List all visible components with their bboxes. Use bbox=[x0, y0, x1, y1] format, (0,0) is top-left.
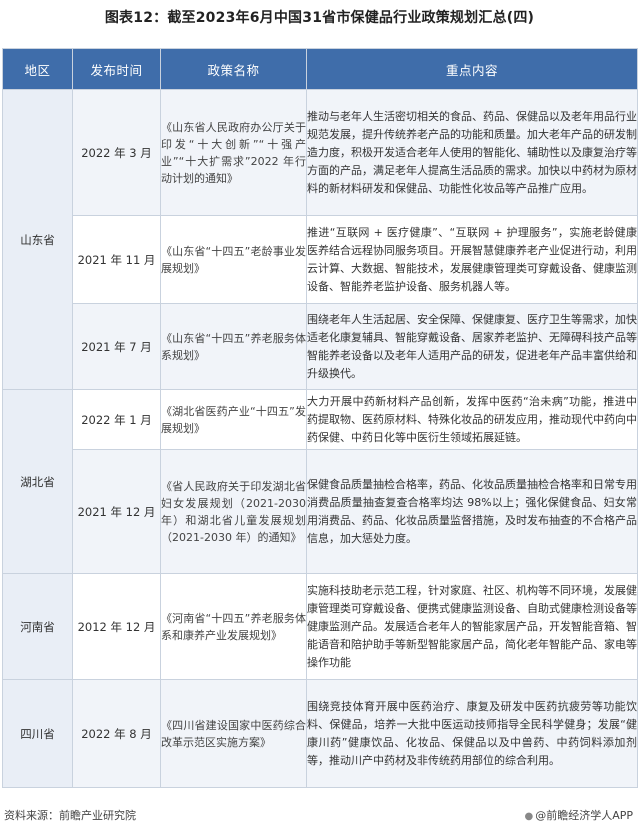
table-row: 湖北省 2022 年 1 月 《湖北省医药产业“十四五”发展规划》 大力开展中药… bbox=[2, 389, 638, 574]
content-cell: 围绕竞技体育开展中医药治疗、康复及研发中医药抗疲劳等功能饮料、保健品，培养一大批… bbox=[306, 679, 638, 788]
region-cell-henan: 河南省 bbox=[2, 573, 73, 680]
table-row: 2021 年 7 月 《山东省“十四五”养老服务体系规划》 围绕老年人生活起居、… bbox=[3, 303, 638, 390]
policy-name-cell: 《山东省“十四五”老龄事业发展规划》 bbox=[160, 215, 307, 304]
content-cell: 实施科技助老示范工程，针对家庭、社区、机构等不同环境，发展健康管理类可穿戴设备、… bbox=[306, 573, 638, 680]
date-cell: 2022 年 8 月 bbox=[72, 679, 161, 788]
table-row: 山东省 2022 年 3 月 《山东省人民政府办公厅关于印发“十大创新”“十强产… bbox=[2, 89, 638, 390]
region-cell-shandong: 山东省 bbox=[2, 89, 73, 390]
policy-name-cell: 《省人民政府关于印发湖北省妇女发展规划（2021-2030 年）和湖北省儿童发展… bbox=[160, 449, 307, 574]
header-policy: 政策名称 bbox=[160, 48, 307, 90]
table-row: 2021 年 12 月 《省人民政府关于印发湖北省妇女发展规划（2021-203… bbox=[3, 449, 638, 574]
header-date: 发布时间 bbox=[72, 48, 161, 90]
region-cell-hubei: 湖北省 bbox=[2, 389, 73, 574]
date-cell: 2022 年 1 月 bbox=[72, 389, 161, 450]
footer: 资料来源：前瞻产业研究院 ● @前瞻经济学人APP bbox=[4, 808, 633, 824]
page-title: 图表12：截至2023年6月中国31省市保健品行业政策规划汇总(四) bbox=[104, 10, 535, 26]
policy-table: 地区 发布时间 政策名称 重点内容 山东省 2022 年 3 月 《山东省人民政… bbox=[2, 48, 638, 788]
content-cell: 推进“互联网 + 医疗健康”、“互联网 + 护理服务”，实施老龄健康医养结合远程… bbox=[306, 215, 638, 304]
date-cell: 2021 年 11 月 bbox=[72, 215, 161, 304]
table-row: 四川省 2022 年 8 月 《四川省建设国家中医药综合改革示范区实施方案》 围… bbox=[2, 679, 638, 788]
brand-logo-icon: ● bbox=[524, 811, 534, 822]
date-cell: 2021 年 7 月 bbox=[72, 303, 161, 390]
content-cell: 保健食品质量抽检合格率，药品、化妆品质量抽检合格率和日常专用消费品质量抽查复查合… bbox=[306, 449, 638, 574]
policy-name-cell: 《山东省人民政府办公厅关于印发“十大创新”“十强产业”“十大扩需求”2022 年… bbox=[160, 89, 307, 216]
policy-name-cell: 《河南省“十四五”养老服务体系和康养产业发展规划》 bbox=[160, 573, 307, 680]
content-cell: 大力开展中药新材料产品创新，发挥中医药“治未病”功能，推进中药提取物、医药原材料… bbox=[306, 389, 638, 450]
date-cell: 2012 年 12 月 bbox=[72, 573, 161, 680]
table-row: 2021 年 11 月 《山东省“十四五”老龄事业发展规划》 推进“互联网 + … bbox=[3, 215, 638, 304]
date-cell: 2022 年 3 月 bbox=[72, 89, 161, 216]
region-cell-sichuan: 四川省 bbox=[2, 679, 73, 788]
table-header-row: 地区 发布时间 政策名称 重点内容 bbox=[2, 48, 638, 90]
policy-name-cell: 《四川省建设国家中医药综合改革示范区实施方案》 bbox=[160, 679, 307, 788]
header-region: 地区 bbox=[2, 48, 73, 90]
content-cell: 围绕老年人生活起居、安全保障、保健康复、医疗卫生等需求，加快适老化康复辅具、智能… bbox=[306, 303, 638, 390]
content-cell: 推动与老年人生活密切相关的食品、药品、保健品以及老年用品行业规范发展，提升传统养… bbox=[306, 89, 638, 216]
table-row: 河南省 2012 年 12 月 《河南省“十四五”养老服务体系和康养产业发展规划… bbox=[2, 573, 638, 680]
date-cell: 2021 年 12 月 bbox=[72, 449, 161, 574]
header-content: 重点内容 bbox=[306, 48, 638, 90]
brand-label: @前瞻经济学人APP bbox=[535, 809, 633, 822]
policy-name-cell: 《山东省“十四五”养老服务体系规划》 bbox=[160, 303, 307, 390]
report-page: 图表12：截至2023年6月中国31省市保健品行业政策规划汇总(四) 地区 发布… bbox=[0, 0, 639, 827]
policy-name-cell: 《湖北省医药产业“十四五”发展规划》 bbox=[160, 389, 307, 450]
source-note: 资料来源：前瞻产业研究院 bbox=[4, 809, 136, 822]
brand-credit: ● @前瞻经济学人APP bbox=[524, 808, 633, 825]
